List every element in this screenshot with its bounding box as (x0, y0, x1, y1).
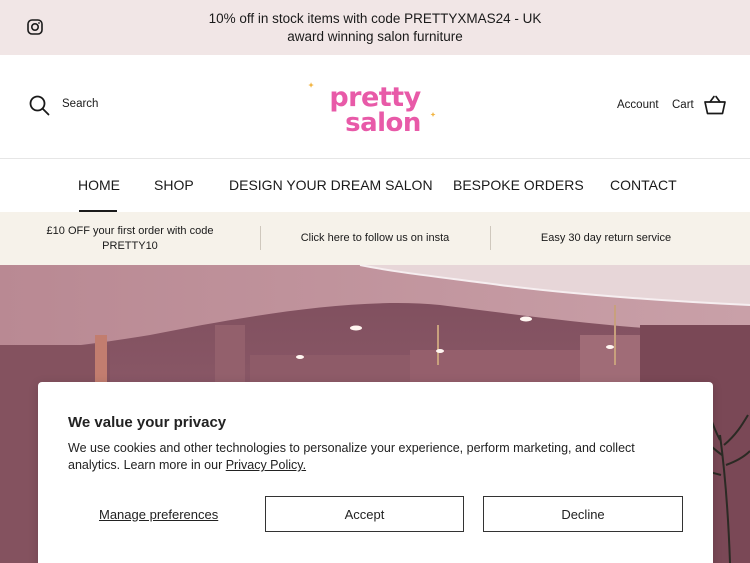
cookie-consent-dialog: We value your privacy We use cookies and… (38, 382, 713, 563)
main-nav: HOME SHOP DESIGN YOUR DREAM SALON BESPOK… (0, 159, 750, 212)
search-icon (29, 95, 50, 116)
cookie-title: We value your privacy (68, 414, 227, 431)
privacy-policy-link[interactable]: Privacy Policy. (226, 458, 306, 472)
site-header: Search pretty salon Account Cart (0, 55, 750, 159)
nav-item-shop[interactable]: SHOP (154, 177, 194, 193)
logo-sparkle-right (430, 112, 436, 117)
cart-label: Cart (672, 99, 694, 111)
logo-text-salon: salon (345, 108, 421, 137)
accept-button[interactable]: Accept (265, 496, 464, 532)
nav-item-home[interactable]: HOME (78, 177, 120, 193)
usp-strip: £10 OFF your first order with code PRETT… (0, 212, 750, 265)
usp-divider (260, 226, 261, 250)
account-link[interactable]: Account (617, 99, 659, 111)
cookie-body: We use cookies and other technologies to… (68, 440, 668, 474)
announcement-text[interactable]: 10% off in stock items with code PRETTYX… (200, 10, 550, 46)
usp-item-instagram[interactable]: Click here to follow us on insta (275, 212, 475, 265)
search-label: Search (62, 97, 99, 110)
nav-item-bespoke-orders[interactable]: BESPOKE ORDERS (453, 177, 584, 193)
decline-button[interactable]: Decline (483, 496, 683, 532)
cart-button[interactable]: Cart (672, 95, 726, 115)
logo-sparkle-left (308, 82, 314, 88)
nav-item-contact[interactable]: CONTACT (610, 177, 677, 193)
usp-item-returns[interactable]: Easy 30 day return service (506, 212, 706, 265)
search-button[interactable]: Search (29, 95, 98, 116)
announcement-line-2: award winning salon furniture (287, 29, 463, 44)
announcement-line-1: 10% off in stock items with code PRETTYX… (208, 11, 542, 26)
pretty-salon-logo[interactable]: pretty salon (305, 79, 445, 137)
instagram-icon[interactable] (27, 19, 43, 35)
manage-preferences-link[interactable]: Manage preferences (99, 507, 218, 522)
usp-discount-line-2: PRETTY10 (102, 239, 158, 252)
cookie-body-text: We use cookies and other technologies to… (68, 441, 635, 472)
usp-divider (490, 226, 491, 250)
announcement-bar: 10% off in stock items with code PRETTYX… (0, 0, 750, 55)
cart-basket-icon (703, 95, 726, 115)
usp-discount-line-1: £10 OFF your first order with code (46, 224, 214, 237)
usp-item-discount[interactable]: £10 OFF your first order with code PRETT… (30, 212, 230, 265)
nav-item-design-your-dream-salon[interactable]: DESIGN YOUR DREAM SALON (229, 177, 433, 193)
